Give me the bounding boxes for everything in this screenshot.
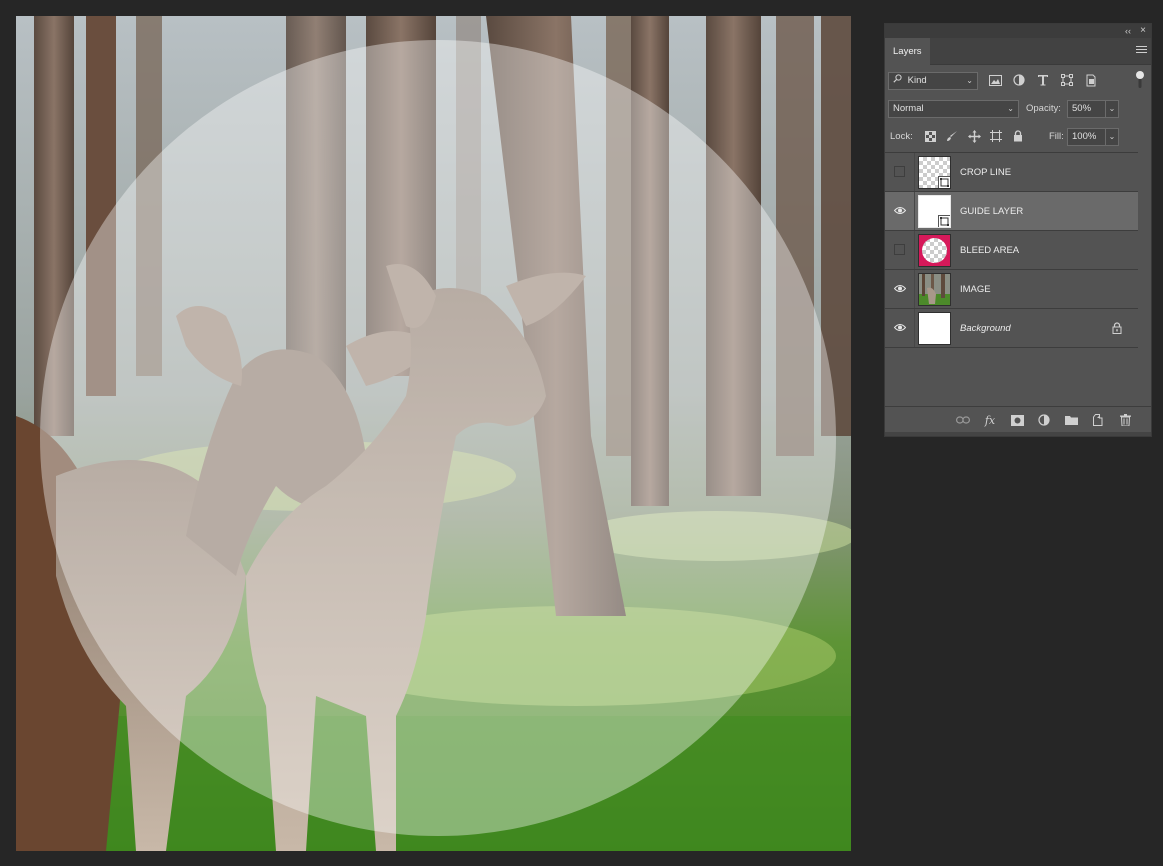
photo-forest-deer: [16, 16, 851, 851]
lock-position-icon[interactable]: [966, 128, 982, 144]
adjustment-filter-icon[interactable]: [1011, 72, 1027, 88]
filter-kind-label: Kind: [907, 75, 927, 86]
type-filter-icon[interactable]: [1035, 72, 1051, 88]
lock-label: Lock:: [890, 131, 913, 142]
smart-object-badge-icon: [938, 215, 950, 227]
visibility-toggle[interactable]: [885, 270, 915, 308]
layer-mask-icon[interactable]: [1009, 412, 1025, 428]
panel-menu-icon[interactable]: [1136, 46, 1147, 55]
layers-list: CROP LINE GUIDE LAYER BLEED AREA IMAGE B…: [885, 152, 1138, 348]
panel-bottom-toolbar: fx: [885, 406, 1151, 432]
layer-name: BLEED AREA: [960, 245, 1020, 256]
new-group-icon[interactable]: [1063, 412, 1079, 428]
tab-layers[interactable]: Layers: [885, 38, 930, 65]
chevron-down-icon: ⌄: [1007, 104, 1014, 113]
blend-row: Normal ⌄ Opacity: 50% ⌄: [885, 96, 1151, 120]
new-layer-icon[interactable]: [1090, 412, 1106, 428]
shape-filter-icon[interactable]: [1059, 72, 1075, 88]
layer-name: IMAGE: [960, 284, 991, 295]
visibility-toggle[interactable]: [885, 309, 915, 347]
layer-thumbnail: [918, 312, 951, 345]
adjustment-layer-icon[interactable]: [1036, 412, 1052, 428]
fill-slider-toggle[interactable]: ⌄: [1106, 128, 1119, 146]
opacity-label: Opacity:: [1026, 103, 1061, 114]
layer-row-guide-layer[interactable]: GUIDE LAYER: [885, 192, 1138, 231]
panel-tabbar: Layers: [885, 38, 1151, 65]
layers-panel: ‹‹ × Layers Kind ⌄ Normal ⌄ Opacity: 50%…: [884, 23, 1152, 437]
layer-row-background[interactable]: Background: [885, 309, 1138, 348]
lock-all-icon[interactable]: [1010, 128, 1026, 144]
visibility-off-box: [894, 244, 905, 255]
lock-artboard-icon[interactable]: [988, 128, 1004, 144]
layer-row-crop-line[interactable]: CROP LINE: [885, 153, 1138, 192]
visibility-off-box: [894, 166, 905, 177]
layer-thumbnail: [918, 234, 951, 267]
eye-icon: [894, 207, 906, 214]
filter-kind-dropdown[interactable]: Kind ⌄: [888, 72, 978, 90]
collapse-panel-button[interactable]: ‹‹: [1125, 24, 1131, 38]
chevron-down-icon: ⌄: [966, 76, 973, 85]
opacity-value: 50%: [1072, 103, 1092, 114]
opacity-slider-toggle[interactable]: ⌄: [1106, 100, 1119, 118]
visibility-toggle[interactable]: [885, 192, 915, 230]
smart-object-filter-icon[interactable]: [1083, 72, 1099, 88]
visibility-toggle[interactable]: [885, 231, 915, 269]
lock-row: Lock: Fill: 100% ⌄: [885, 124, 1151, 148]
blend-mode-value: Normal: [893, 103, 924, 114]
layer-filter-row: Kind ⌄: [885, 66, 1151, 94]
fill-value: 100%: [1072, 131, 1097, 142]
close-panel-button[interactable]: ×: [1140, 24, 1146, 38]
layer-name: CROP LINE: [960, 167, 1012, 178]
filter-toggle-icon[interactable]: [1133, 70, 1147, 90]
image-filter-icon[interactable]: [987, 72, 1003, 88]
lock-paint-icon[interactable]: [944, 128, 960, 144]
trash-icon[interactable]: [1117, 412, 1133, 428]
eye-icon: [894, 285, 906, 292]
panel-titlebar: ‹‹ ×: [885, 24, 1151, 38]
fill-input[interactable]: 100%: [1067, 128, 1106, 146]
link-layers-icon[interactable]: [955, 412, 971, 428]
eye-icon: [894, 324, 906, 331]
lock-icon: [1112, 322, 1122, 334]
layer-thumbnail: [918, 156, 951, 189]
fx-icon[interactable]: fx: [982, 412, 998, 428]
fill-label: Fill:: [1049, 131, 1064, 142]
opacity-input[interactable]: 50%: [1067, 100, 1106, 118]
lock-transparent-icon[interactable]: [922, 128, 938, 144]
layer-name: Background: [960, 323, 1011, 334]
document-canvas[interactable]: [16, 16, 851, 851]
layer-row-bleed-area[interactable]: BLEED AREA: [885, 231, 1138, 270]
layer-thumbnail: [918, 273, 951, 306]
layer-row-image[interactable]: IMAGE: [885, 270, 1138, 309]
panel-resize-handle[interactable]: [885, 432, 1151, 436]
layer-name: GUIDE LAYER: [960, 206, 1024, 217]
layer-thumbnail: [918, 195, 951, 228]
search-icon: [893, 74, 905, 86]
blend-mode-dropdown[interactable]: Normal ⌄: [888, 100, 1019, 118]
visibility-toggle[interactable]: [885, 153, 915, 191]
smart-object-badge-icon: [938, 176, 950, 188]
